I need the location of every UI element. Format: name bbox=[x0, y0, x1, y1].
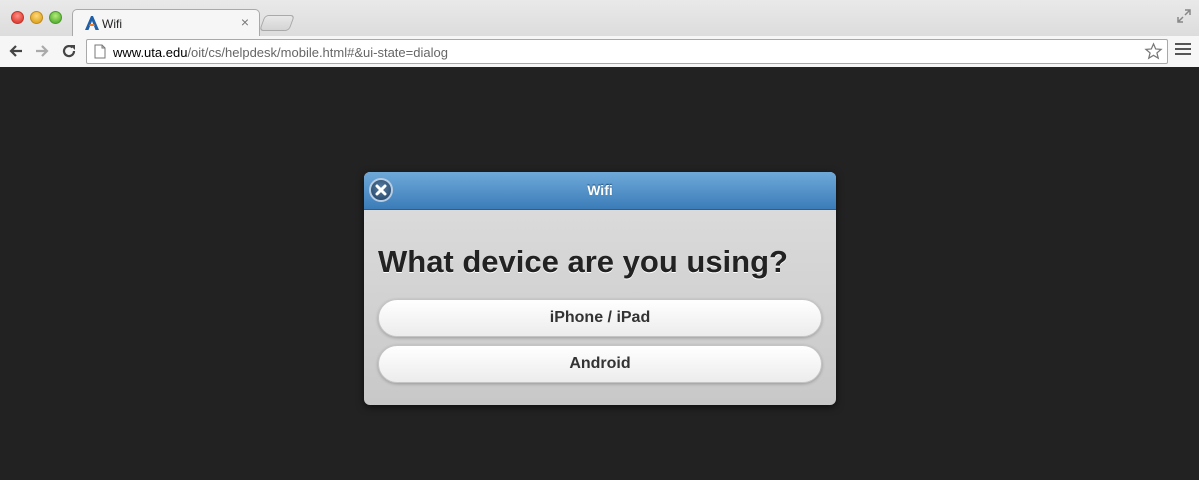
window-zoom-button[interactable] bbox=[49, 11, 62, 24]
page-icon bbox=[94, 44, 106, 59]
forward-button[interactable] bbox=[32, 41, 52, 61]
url-path: /oit/cs/helpdesk/mobile.html#&ui-state=d… bbox=[187, 45, 448, 60]
device-question: What device are you using? bbox=[378, 244, 788, 279]
back-button[interactable] bbox=[6, 41, 26, 61]
browser-chrome: Wifi × www.uta.edu/oit/cs/helpdesk/mobil… bbox=[0, 0, 1199, 67]
fullscreen-icon[interactable] bbox=[1177, 9, 1191, 23]
reload-icon bbox=[62, 44, 76, 58]
star-icon[interactable] bbox=[1144, 42, 1163, 61]
tab-close-icon[interactable]: × bbox=[241, 14, 249, 30]
browser-toolbar: www.uta.edu/oit/cs/helpdesk/mobile.html#… bbox=[0, 36, 1199, 67]
dialog-title: Wifi bbox=[587, 182, 613, 198]
window-minimize-button[interactable] bbox=[30, 11, 43, 24]
url-host: www.uta.edu bbox=[113, 45, 188, 60]
uta-logo-icon bbox=[85, 16, 99, 30]
page-viewport: Wifi What device are you using? iPhone /… bbox=[0, 67, 1199, 480]
forward-arrow-icon bbox=[36, 45, 49, 57]
hamburger-menu-icon[interactable] bbox=[1175, 43, 1191, 59]
android-button[interactable]: Android bbox=[378, 345, 822, 383]
new-tab-button[interactable] bbox=[259, 15, 295, 31]
device-dialog: Wifi What device are you using? iPhone /… bbox=[364, 172, 836, 405]
window-close-button[interactable] bbox=[11, 11, 24, 24]
back-arrow-icon bbox=[9, 45, 22, 57]
iphone-ipad-button[interactable]: iPhone / iPad bbox=[378, 299, 822, 337]
browser-tab[interactable]: Wifi × bbox=[72, 9, 260, 36]
tab-title: Wifi bbox=[102, 17, 122, 31]
address-bar[interactable]: www.uta.edu/oit/cs/helpdesk/mobile.html#… bbox=[86, 39, 1168, 64]
tab-strip: Wifi × bbox=[0, 0, 1199, 36]
reload-button[interactable] bbox=[59, 41, 79, 61]
dialog-header: Wifi bbox=[364, 172, 836, 210]
url-text: www.uta.edu/oit/cs/helpdesk/mobile.html#… bbox=[113, 45, 448, 60]
